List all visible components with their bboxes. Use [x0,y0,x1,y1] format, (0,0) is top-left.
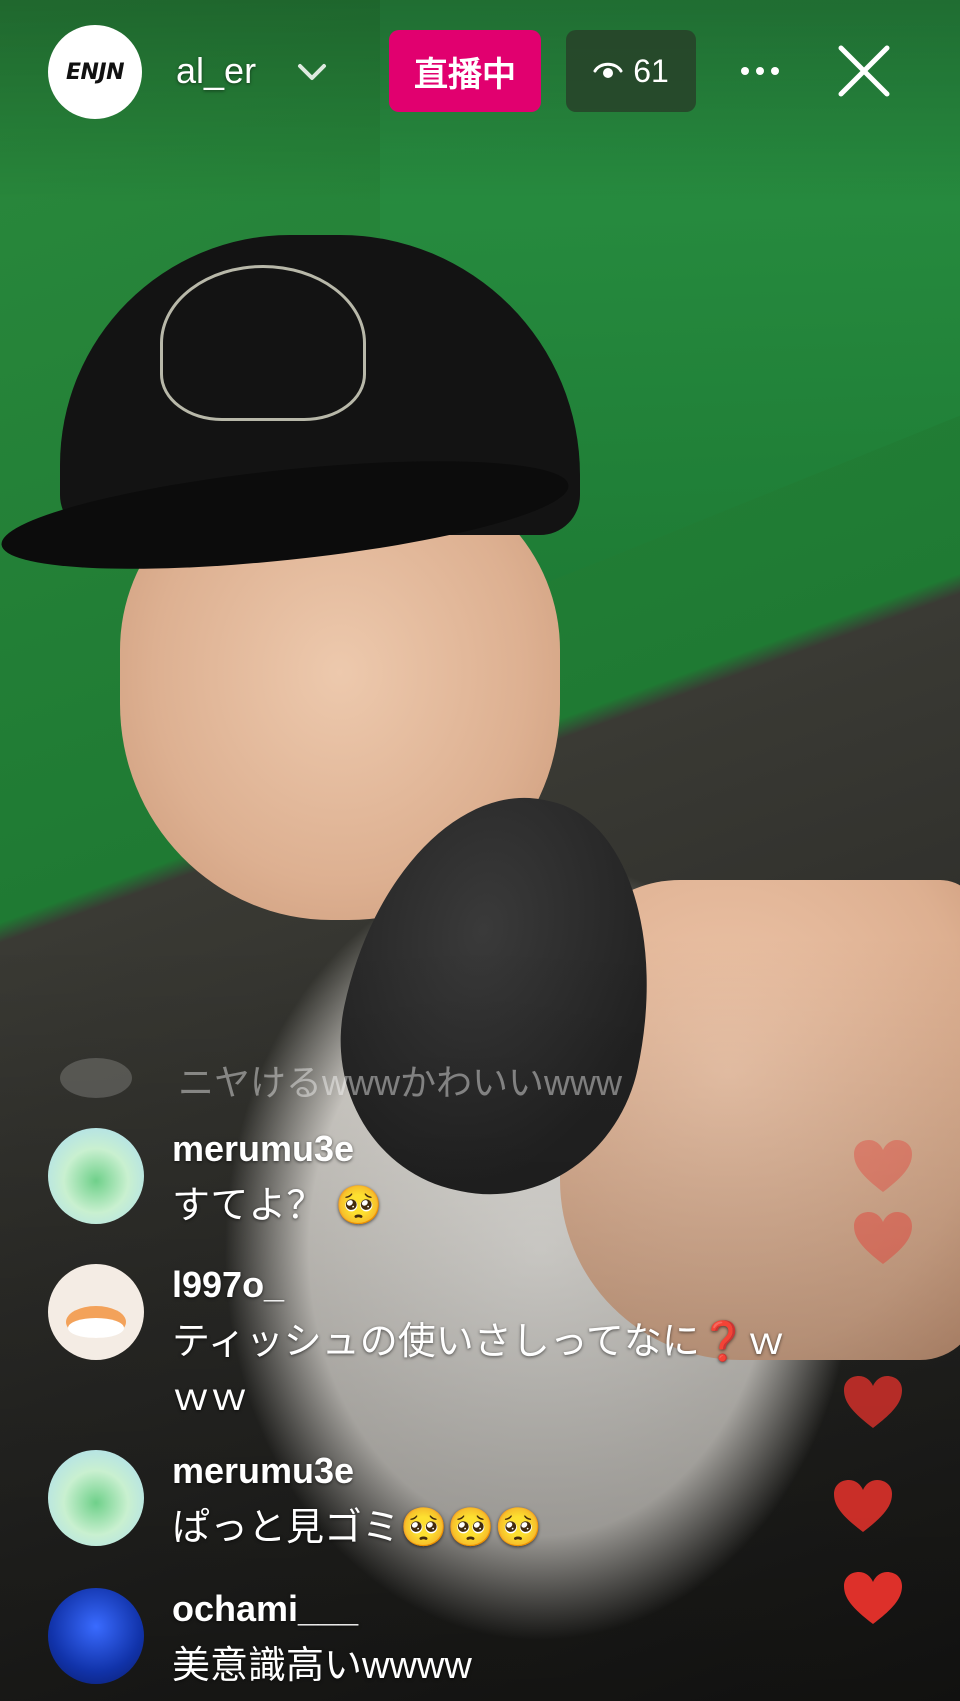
comment-text: ティッシュの使いさしってなに❓ｗｗｗ [172,1321,786,1419]
video-gradient-overlay [0,0,960,1701]
more-icon[interactable] [732,56,788,86]
heart-icon [834,1480,892,1532]
heart-icon [844,1376,902,1428]
comment-text: 美意識高いwwww [172,1645,472,1687]
heart-icon [854,1140,912,1192]
viewer-count-pill[interactable]: 61 [566,30,696,112]
comment-text: ぱっと見ゴミ🥺🥺🥺 [172,1507,542,1549]
commenter-username[interactable]: merumu3e [172,1128,354,1170]
sleeping-character-icon [66,1306,126,1338]
heart-icon [854,1212,912,1264]
live-badge: 直播中 [389,30,541,112]
commenter-avatar[interactable] [48,1588,144,1684]
heart-icon [844,1572,902,1624]
viewer-count: 61 [633,52,669,89]
streamer-avatar[interactable]: ENJN [48,25,142,119]
commenter-username[interactable]: ochami___ [172,1588,358,1630]
channel-logo-text: ENJN [65,59,125,85]
commenter-avatar[interactable] [48,1450,144,1546]
close-icon[interactable] [835,42,893,100]
commenter-username[interactable]: l997o_ [172,1264,284,1306]
commenter-avatar[interactable] [48,1128,144,1224]
ghost-comment-avatar [60,1058,132,1098]
eye-icon [593,62,623,78]
comment-text: すてよ？ 🥺 [172,1185,383,1227]
streamer-username[interactable]: al_er [176,50,256,92]
chevron-down-icon[interactable] [292,52,332,92]
commenter-username[interactable]: merumu3e [172,1450,354,1492]
fading-comment-text: ニヤけるwwwかわいいwww [178,1062,622,1103]
commenter-avatar[interactable] [48,1264,144,1360]
